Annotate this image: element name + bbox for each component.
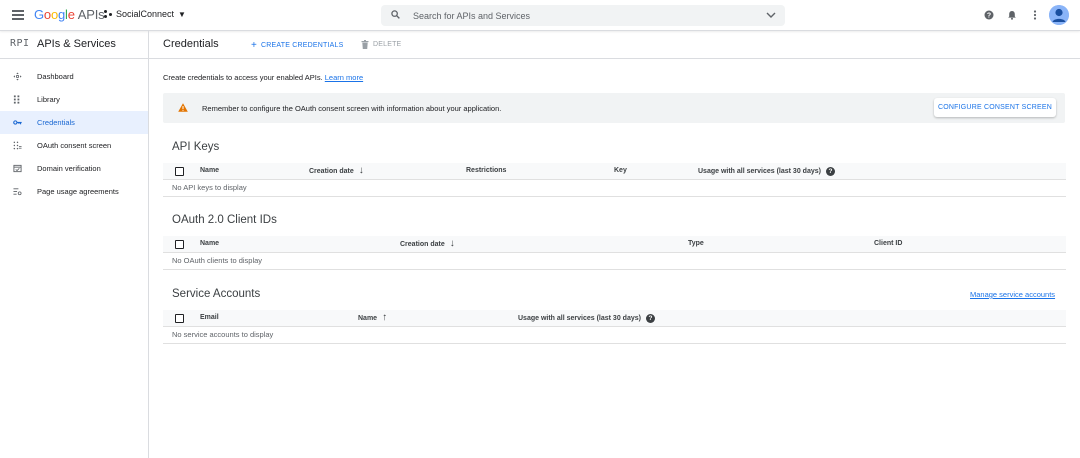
sidebar-item-page-usage-agreements[interactable]: Page usage agreements <box>0 180 148 203</box>
table-header: Name Creation date ↓ Restrictions Key Usa… <box>163 163 1066 180</box>
column-restrictions[interactable]: Restrictions <box>466 167 506 174</box>
settings-list-icon <box>13 188 22 196</box>
table-header: Email Name ↑ Usage with all services (las… <box>163 310 1066 327</box>
delete-label: DELETE <box>373 41 402 48</box>
logo-apis-text: APIs <box>77 7 105 22</box>
notifications-icon[interactable] <box>1007 10 1017 20</box>
search-bar[interactable] <box>381 5 785 26</box>
logo-google-text: Google <box>34 7 75 22</box>
sidebar-item-label: OAuth consent screen <box>37 141 112 150</box>
configure-consent-screen-button[interactable]: CONFIGURE CONSENT SCREEN <box>934 98 1056 117</box>
column-usage[interactable]: Usage with all services (last 30 days)? <box>518 314 655 323</box>
avatar[interactable] <box>1049 5 1069 25</box>
google-apis-logo[interactable]: Google APIs <box>34 7 105 22</box>
learn-more-link[interactable]: Learn more <box>325 73 363 82</box>
search-icon <box>391 10 400 19</box>
sidebar-item-oauth-consent[interactable]: OAuth consent screen <box>0 134 148 157</box>
empty-message: No API keys to display <box>163 180 1066 197</box>
top-app-bar: GoogleAPIs SocialConnect ▼ ? <box>0 0 1080 31</box>
sidebar-item-domain-verification[interactable]: Domain verification <box>0 157 148 180</box>
sidebar-item-label: Dashboard <box>37 72 74 81</box>
dashboard-icon <box>13 72 22 81</box>
column-type[interactable]: Type <box>688 240 704 247</box>
add-icon: + <box>251 40 258 51</box>
consent-warning-banner: Remember to configure the OAuth consent … <box>163 93 1065 123</box>
sidebar-nav: Dashboard Library Credentials OAuth cons… <box>0 65 148 203</box>
select-all-checkbox[interactable] <box>175 314 184 323</box>
domain-icon <box>13 164 22 173</box>
sidebar-item-library[interactable]: Library <box>0 88 148 111</box>
service-accounts-table: Email Name ↑ Usage with all services (las… <box>163 310 1066 344</box>
project-selector[interactable]: SocialConnect ▼ <box>104 9 186 19</box>
manage-service-accounts-link[interactable]: Manage service accounts <box>970 290 1055 299</box>
column-email[interactable]: Email <box>200 314 219 321</box>
table-header: Name Creation date ↓ Type Client ID <box>163 236 1066 253</box>
menu-icon[interactable] <box>12 10 24 20</box>
column-key[interactable]: Key <box>614 167 627 174</box>
sidebar-item-label: Page usage agreements <box>37 187 119 196</box>
column-usage[interactable]: Usage with all services (last 30 days)? <box>698 167 835 176</box>
sidebar-header: RPI APIs & Services <box>0 31 148 59</box>
chevron-down-icon[interactable] <box>766 11 776 19</box>
column-name[interactable]: Name <box>200 240 219 247</box>
banner-message: Remember to configure the OAuth consent … <box>202 104 502 113</box>
api-keys-table: Name Creation date ↓ Restrictions Key Usa… <box>163 163 1066 197</box>
main-content: Credentials + CREATE CREDENTIALS DELETE … <box>149 31 1080 458</box>
sort-down-icon: ↓ <box>358 165 364 176</box>
sidebar-item-dashboard[interactable]: Dashboard <box>0 65 148 88</box>
empty-message: No OAuth clients to display <box>163 253 1066 270</box>
search-input[interactable] <box>413 8 753 23</box>
api-icon: RPI <box>10 38 30 49</box>
sort-up-icon: ↑ <box>382 312 388 323</box>
column-name[interactable]: Name ↑ <box>358 312 388 323</box>
sidebar-title: APIs & Services <box>37 38 116 50</box>
warning-icon <box>178 103 188 112</box>
oauth-clients-title: OAuth 2.0 Client IDs <box>172 214 277 226</box>
caret-down-icon: ▼ <box>178 9 186 19</box>
help-icon[interactable]: ? <box>984 10 994 20</box>
trash-icon <box>361 40 369 49</box>
column-creation-date[interactable]: Creation date ↓ <box>400 238 455 249</box>
account-icon <box>1049 5 1069 25</box>
column-client-id[interactable]: Client ID <box>874 240 902 247</box>
service-accounts-title: Service Accounts <box>172 288 261 300</box>
sidebar-item-label: Credentials <box>37 118 75 127</box>
help-icon[interactable]: ? <box>825 167 835 176</box>
project-name: SocialConnect <box>116 9 175 19</box>
column-creation-date[interactable]: Creation date ↓ <box>309 165 364 176</box>
library-icon <box>13 95 20 104</box>
help-icon[interactable]: ? <box>645 314 655 323</box>
project-icon <box>104 10 113 18</box>
intro-message: Create credentials to access your enable… <box>163 73 323 82</box>
api-keys-title: API Keys <box>172 141 220 153</box>
more-vert-icon[interactable] <box>1030 10 1040 20</box>
empty-message: No service accounts to display <box>163 327 1066 344</box>
select-all-checkbox[interactable] <box>175 167 184 176</box>
sort-down-icon: ↓ <box>449 238 455 249</box>
page-title: Credentials <box>163 38 219 50</box>
oauth-clients-table: Name Creation date ↓ Type Client ID No OA… <box>163 236 1066 270</box>
intro-text: Create credentials to access your enable… <box>163 73 363 82</box>
select-all-checkbox[interactable] <box>175 240 184 249</box>
column-name[interactable]: Name <box>200 167 219 174</box>
sidebar-item-label: Domain verification <box>37 164 101 173</box>
delete-button[interactable]: DELETE <box>361 40 401 49</box>
sidebar-item-credentials[interactable]: Credentials <box>0 111 148 134</box>
sidebar: RPI APIs & Services Dashboard Library Cr… <box>0 31 149 458</box>
create-credentials-label: CREATE CREDENTIALS <box>261 42 344 49</box>
svg-text:?: ? <box>987 13 991 20</box>
consent-icon <box>13 141 22 150</box>
page-header: Credentials + CREATE CREDENTIALS DELETE <box>149 31 1080 59</box>
create-credentials-button[interactable]: + CREATE CREDENTIALS <box>251 40 343 51</box>
sidebar-item-label: Library <box>37 95 60 104</box>
key-icon <box>13 120 22 125</box>
